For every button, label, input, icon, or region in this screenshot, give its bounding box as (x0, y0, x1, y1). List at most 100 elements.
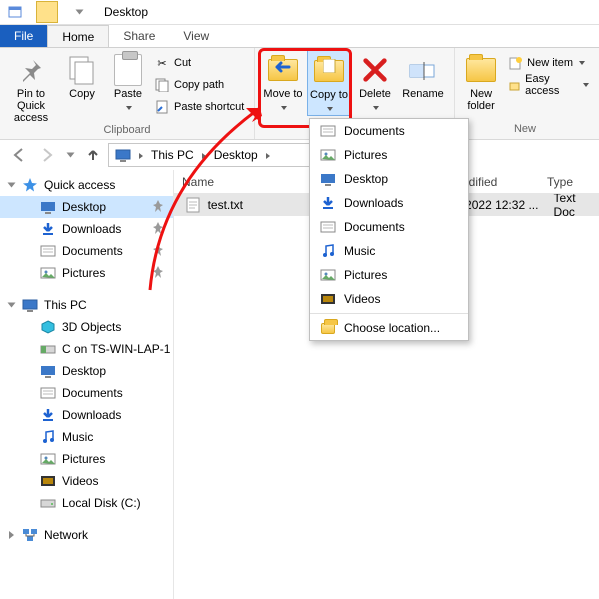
new-folder-button[interactable]: New folder (461, 50, 501, 112)
crumb-desktop[interactable]: Desktop (214, 148, 258, 162)
col-type[interactable]: Type (539, 175, 599, 189)
dropdown-separator (310, 313, 468, 314)
nav-network[interactable]: Network (0, 524, 173, 546)
nav-this-pc[interactable]: This PC (0, 294, 173, 316)
copy-to-button[interactable]: Copy to (307, 50, 351, 116)
nav-this-pc-child[interactable]: Music (0, 426, 173, 448)
paste-button[interactable]: Paste (108, 50, 148, 114)
dropdown-item[interactable]: Documents (310, 215, 468, 239)
group-title-new: New (461, 123, 589, 138)
nav-item-label: Downloads (62, 222, 121, 236)
nav-this-pc-label: This PC (44, 298, 87, 312)
dropdown-item[interactable]: Pictures (310, 143, 468, 167)
delete-label: Delete (359, 88, 391, 100)
title-bar: Desktop (0, 0, 599, 25)
paste-dropdown-icon[interactable] (124, 102, 132, 114)
dropdown-item-label: Pictures (344, 148, 387, 162)
copy-path-button[interactable]: Copy path (154, 74, 244, 96)
nav-quick-access-child[interactable]: Pictures (0, 262, 173, 284)
nav-quick-access-child[interactable]: Desktop (0, 196, 173, 218)
nav-this-pc-child[interactable]: Pictures (0, 448, 173, 470)
tab-home[interactable]: Home (47, 25, 109, 47)
navigation-pane[interactable]: Quick access Desktop Downloads Documents Pi… (0, 170, 174, 599)
tab-view[interactable]: View (169, 25, 223, 47)
delete-button[interactable]: Delete (353, 50, 397, 114)
new-folder-icon (465, 54, 497, 86)
nav-quick-access-child[interactable]: Downloads (0, 218, 173, 240)
dropdown-item-label: Music (344, 244, 375, 258)
move-to-button[interactable]: Move to (261, 50, 305, 114)
nav-item-label: Documents (62, 386, 123, 400)
nav-history-dropdown-icon[interactable] (62, 143, 78, 167)
tab-share[interactable]: Share (109, 25, 169, 47)
pin-to-quick-access-button[interactable]: Pin to Quick access (6, 50, 56, 124)
copy-to-dropdown-icon[interactable] (325, 103, 333, 115)
text-file-icon (186, 197, 202, 213)
address-row: This PC Desktop (0, 140, 599, 170)
nav-this-pc-child[interactable]: Local Disk (C:) (0, 492, 173, 514)
rename-label: Rename (402, 88, 444, 100)
nav-up-button[interactable] (80, 143, 106, 167)
move-to-dropdown-icon[interactable] (279, 102, 287, 114)
rename-icon (407, 54, 439, 86)
nav-item-label: Documents (62, 244, 123, 258)
dropdown-item[interactable]: Pictures (310, 263, 468, 287)
nav-this-pc-child[interactable]: Desktop (0, 360, 173, 382)
nav-network-label: Network (44, 528, 88, 542)
nav-this-pc-child[interactable]: Documents (0, 382, 173, 404)
group-new: New folder New item Easy access (455, 48, 595, 139)
paste-shortcut-icon (154, 99, 170, 115)
address-bar[interactable]: This PC Desktop (108, 143, 318, 167)
copy-to-dropdown[interactable]: Documents Pictures DesktopDownloads Documen… (309, 118, 469, 341)
chevron-down-icon[interactable] (6, 298, 16, 312)
paste-icon (112, 54, 144, 86)
nav-item-label: Downloads (62, 408, 121, 422)
qat-dropdown-icon[interactable] (64, 1, 94, 24)
nav-item-icon (40, 341, 56, 357)
new-item-dropdown-icon[interactable] (577, 57, 585, 69)
easy-access-dropdown-icon[interactable] (581, 79, 589, 91)
new-folder-label: New folder (461, 88, 501, 112)
nav-item-icon (40, 385, 56, 401)
chevron-down-icon[interactable] (6, 178, 16, 192)
dropdown-item-label: Videos (344, 292, 380, 306)
star-icon (22, 177, 38, 193)
dropdown-item[interactable]: Documents (310, 119, 468, 143)
nav-this-pc-child[interactable]: Videos (0, 470, 173, 492)
dropdown-item-label: Pictures (344, 268, 387, 282)
dropdown-item-label: Documents (344, 220, 405, 234)
nav-back-button[interactable] (6, 143, 32, 167)
paste-shortcut-button[interactable]: Paste shortcut (154, 96, 244, 118)
nav-this-pc-child[interactable]: C on TS-WIN-LAP-1 (0, 338, 173, 360)
new-item-button[interactable]: New item (507, 52, 589, 74)
nav-forward-button[interactable] (34, 143, 60, 167)
copy-to-label: Copy to (310, 89, 348, 101)
nav-this-pc-child[interactable]: 3D Objects (0, 316, 173, 338)
chevron-right-icon[interactable] (6, 528, 16, 542)
nav-item-icon (40, 429, 56, 445)
network-icon (22, 527, 38, 543)
nav-quick-access-child[interactable]: Documents (0, 240, 173, 262)
new-item-label: New item (527, 57, 573, 69)
move-to-icon (267, 54, 299, 86)
cut-button[interactable]: ✂ Cut (154, 52, 244, 74)
nav-quick-access[interactable]: Quick access (0, 174, 173, 196)
dropdown-item[interactable]: Desktop (310, 167, 468, 191)
tab-file[interactable]: File (0, 25, 47, 47)
easy-access-button[interactable]: Easy access (507, 74, 589, 96)
system-menu-icon[interactable] (0, 1, 30, 24)
rename-button[interactable]: Rename (399, 50, 447, 100)
crumb-this-pc[interactable]: This PC (151, 148, 194, 162)
dropdown-item[interactable]: Music (310, 239, 468, 263)
nav-item-label: Local Disk (C:) (62, 496, 141, 510)
copy-button[interactable]: Copy (62, 50, 102, 100)
qat-folder-icon[interactable] (36, 1, 58, 23)
nav-this-pc-child[interactable]: Downloads (0, 404, 173, 426)
nav-item-label: Music (62, 430, 93, 444)
downloads-icon (320, 195, 336, 211)
dropdown-choose-location[interactable]: Choose location... (310, 316, 468, 340)
pin-icon (153, 266, 163, 281)
dropdown-item[interactable]: Downloads (310, 191, 468, 215)
dropdown-item[interactable]: Videos (310, 287, 468, 311)
delete-dropdown-icon[interactable] (371, 102, 379, 114)
